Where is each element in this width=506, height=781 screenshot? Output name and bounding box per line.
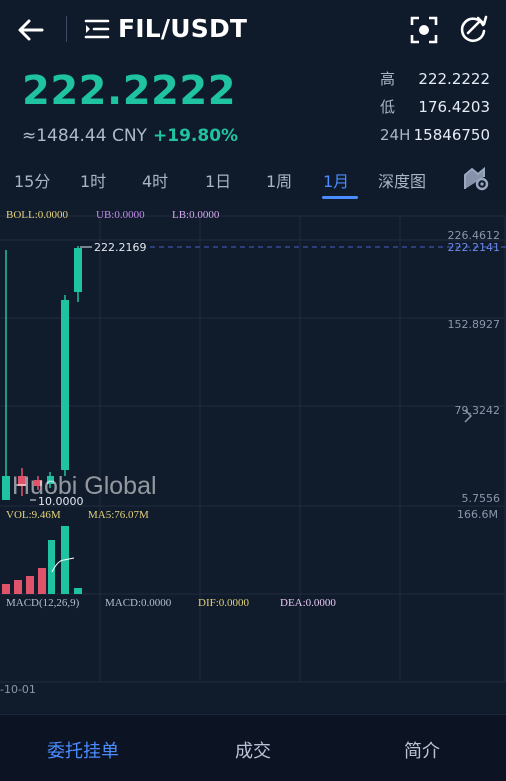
ma5-label: MA5:76.07M: [88, 509, 149, 521]
volume-value: 15846750: [413, 126, 490, 144]
tab-1h[interactable]: 1时: [80, 168, 106, 192]
high-row: 高 222.2222: [380, 68, 490, 96]
watermark-logo: Huobi Global: [12, 472, 157, 500]
back-arrow-icon[interactable]: [16, 16, 46, 44]
volume-row: 24H 15846750: [380, 124, 490, 152]
date-axis-label: -10-01: [0, 683, 36, 696]
price-tick-3: 79.3242: [455, 404, 501, 417]
header-divider: [66, 16, 67, 42]
tab-depth[interactable]: 深度图: [378, 168, 426, 192]
current-price-label: 222.2141: [448, 241, 501, 254]
last-price: 222.2222: [22, 68, 237, 114]
tab-1mon[interactable]: 1月: [323, 168, 349, 192]
dif-label: DIF:0.0000: [198, 597, 250, 609]
tab-4h[interactable]: 4时: [142, 168, 168, 192]
kline-svg: BOLL:0.0000 UB:0.0000 LB:0.0000 226.4612…: [0, 209, 506, 696]
low-value: 176.4203: [418, 98, 490, 116]
trading-pair-title[interactable]: FIL/USDT: [118, 14, 247, 43]
macd-label: MACD:0.0000: [105, 597, 172, 609]
bottom-tabs: 委托挂单 成交 简介: [0, 714, 506, 781]
candle: [74, 248, 82, 292]
volume-tick: 166.6M: [457, 508, 498, 521]
refresh-icon[interactable]: [458, 14, 488, 44]
chart-settings-icon[interactable]: [462, 165, 490, 191]
volume-bar: [2, 584, 10, 594]
volume-bar: [14, 580, 22, 594]
top-bar: FIL/USDT: [0, 0, 506, 58]
candles: [2, 246, 82, 500]
price-summary: 222.2222 ≈1484.44 CNY +19.80% 高 222.2222…: [0, 58, 506, 158]
cny-price: ≈1484.44 CNY: [22, 126, 147, 146]
ub-label: UB:0.0000: [96, 209, 145, 221]
volume-label: 24H: [380, 126, 411, 144]
volume-bar: [74, 588, 82, 594]
low-label: 低: [380, 98, 396, 116]
candle: [61, 300, 69, 470]
orders-tab[interactable]: 委托挂单: [47, 737, 119, 763]
tab-15m[interactable]: 15分: [14, 168, 50, 192]
stats-panel: 高 222.2222 低 176.4203 24H 15846750: [380, 68, 490, 152]
volume-bars: [2, 526, 82, 594]
tab-1w[interactable]: 1周: [266, 168, 292, 192]
volume-bar: [48, 540, 55, 594]
intro-tab[interactable]: 简介: [404, 737, 440, 763]
timeframe-tabs: 15分 1时 4时 1日 1周 1月 深度图: [0, 162, 506, 200]
tab-1d[interactable]: 1日: [205, 168, 231, 192]
lb-label: LB:0.0000: [172, 209, 220, 221]
candle: [2, 476, 10, 500]
macd-params-label: MACD(12,26,9): [6, 597, 80, 609]
volume-indicator-label: VOL:9.46M: [6, 509, 61, 521]
price-change: +19.80%: [153, 126, 239, 146]
kline-chart[interactable]: BOLL:0.0000 UB:0.0000 LB:0.0000 226.4612…: [0, 200, 506, 710]
volume-bar: [38, 568, 46, 594]
fullscreen-icon[interactable]: [410, 16, 438, 44]
price-tick-bottom: 5.7556: [462, 492, 501, 505]
trades-tab[interactable]: 成交: [235, 737, 271, 763]
price-tick-2: 152.8927: [448, 318, 501, 331]
high-label: 高: [380, 70, 396, 88]
menu-icon[interactable]: [84, 18, 110, 40]
high-marker-label: 222.2169: [94, 241, 147, 254]
low-row: 低 176.4203: [380, 96, 490, 124]
active-tab-indicator: [322, 196, 358, 199]
high-value: 222.2222: [418, 70, 490, 88]
boll-label: BOLL:0.0000: [6, 209, 69, 221]
volume-bar: [26, 576, 34, 594]
dea-label: DEA:0.0000: [280, 597, 336, 609]
